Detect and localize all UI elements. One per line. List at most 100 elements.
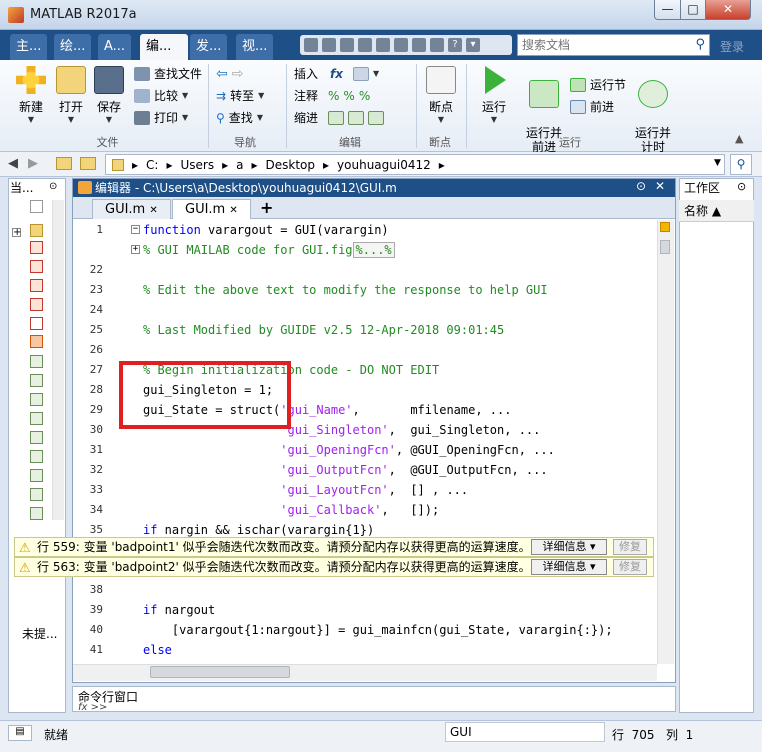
switch-window-icon[interactable] [430,38,444,52]
tab-gui-m[interactable]: GUI.m ✕ [92,199,171,219]
new-button[interactable]: 新建 ▼ [12,66,50,124]
save-button[interactable]: 保存 ▼ [92,66,126,124]
tab-apps[interactable]: A... [98,34,132,60]
breakpoints-button[interactable]: 断点 ▼ [422,66,460,124]
fold-marker[interactable]: %...% [352,242,395,258]
forward-arrow-icon[interactable]: ⇨ [232,63,244,85]
details-button[interactable]: 详细信息 ▾ [531,559,607,575]
excel-icon[interactable] [30,374,43,387]
code-line[interactable]: function varargout = GUI(varargin) [143,223,389,237]
path-search-icon[interactable]: ⚲ [730,154,752,175]
path-breadcrumb[interactable]: ▸ C: ▸ Users ▸ a ▸ Desktop ▸ youhuagui04… [105,154,725,175]
forward-icon[interactable]: ▶ [28,156,38,171]
indent-button[interactable]: 缩进 [294,107,385,129]
expand-icon[interactable]: + [12,228,21,238]
excel-icon[interactable] [30,469,43,482]
back-arrow-icon[interactable]: ⇦ [216,63,228,85]
function-browser-icon[interactable] [352,67,369,81]
tab-plots[interactable]: 绘... [54,34,92,60]
fix-button[interactable]: 修复 [613,539,647,555]
open-button[interactable]: 打开 ▼ [54,66,88,124]
search-input[interactable] [522,38,682,52]
code-line[interactable]: [varargout{1:nargout}] = gui_mainfcn(gui… [143,623,613,637]
excel-icon[interactable] [30,393,43,406]
code-line[interactable]: 'gui_LayoutFcn', [] , ... [143,483,468,497]
editor-options-icon[interactable]: ⊙ [636,179,646,193]
insert-button[interactable]: 插入 fx ▼ [294,63,384,85]
mfile-icon[interactable] [30,241,43,254]
tab-editor[interactable]: 编... [140,34,188,60]
mfile-icon[interactable] [30,298,43,311]
comment-button[interactable]: 注释%%% [294,85,384,107]
file-icon[interactable] [30,200,43,213]
fig-icon[interactable] [30,317,43,330]
tab-home[interactable]: 主... [10,34,48,60]
dropdown-icon[interactable]: ▾ [466,38,480,52]
tab-view[interactable]: 视... [236,34,274,60]
browse-folder-icon[interactable] [80,157,96,170]
command-window[interactable] [72,686,676,712]
excel-icon[interactable] [30,450,43,463]
excel-icon[interactable] [30,431,43,444]
new-icon[interactable] [304,38,318,52]
excel-icon[interactable] [30,412,43,425]
help-icon[interactable]: ? [448,38,462,52]
warning-indicator-icon[interactable] [660,222,670,232]
uncomment-icon[interactable]: % [359,85,370,107]
percent-icon[interactable]: % [328,85,339,107]
mfile-icon[interactable] [30,279,43,292]
breadcrumb-item[interactable]: C: [146,158,158,172]
folder-icon[interactable] [30,224,43,237]
cut-icon[interactable] [340,38,354,52]
undo-icon[interactable] [394,38,408,52]
excel-icon[interactable] [30,507,43,520]
find-button[interactable]: ⚲ 查找 ▼ [216,107,264,129]
code-line[interactable]: if nargout [143,603,215,617]
print-button[interactable]: 打印 ▼ [134,107,202,129]
scroll-thumb[interactable] [660,240,670,254]
left-scrollbar[interactable] [52,200,64,520]
add-tab-button[interactable]: + [260,198,273,217]
status-toggle-icon[interactable]: ▤ [8,725,32,741]
code-line[interactable]: else [143,643,172,657]
decrease-indent-icon[interactable] [368,111,385,125]
back-icon[interactable]: ◀ [8,156,18,171]
increase-indent-icon[interactable] [348,111,365,125]
save-icon[interactable] [322,38,336,52]
path-dropdown-icon[interactable]: ▼ [714,158,721,168]
png-icon[interactable] [30,335,43,348]
up-folder-icon[interactable] [56,157,72,170]
code-line[interactable]: % Last Modified by GUIDE v2.5 12-Apr-201… [143,323,504,337]
editor-close-icon[interactable]: ✕ [655,179,665,193]
copy-icon[interactable] [358,38,372,52]
workspace-name-column[interactable]: 名称 ▲ [679,200,754,222]
tab-gui-m-active[interactable]: GUI.m ✕ [172,199,251,219]
find-files-button[interactable]: 查找文件 [134,63,202,85]
close-button[interactable]: ✕ [705,0,751,20]
run-section-button[interactable]: 运行节 [570,74,626,96]
code-line[interactable]: % Edit the above text to modify the resp… [143,283,548,297]
close-icon[interactable]: ✕ [149,205,157,216]
percent-double-icon[interactable]: % [343,85,354,107]
login-link[interactable]: 登录 [720,38,744,55]
workspace-options-icon[interactable]: ⊙ [737,180,746,193]
code-area[interactable]: 1 function varargout = GUI(varargin) − +… [73,220,657,664]
tab-publish[interactable]: 发... [190,34,228,60]
paste-icon[interactable] [376,38,390,52]
smart-indent-icon[interactable] [328,111,345,125]
advance-button[interactable]: 前进 [570,96,626,118]
horizontal-scroll-thumb[interactable] [150,666,290,678]
details-button[interactable]: 详细信息 ▾ [531,539,607,555]
breadcrumb-item[interactable]: Desktop [266,158,316,172]
run-button[interactable]: 运行 ▼ [474,66,514,124]
excel-icon[interactable] [30,488,43,501]
code-line[interactable]: 'gui_OutputFcn', @GUI_OutputFcn, ... [143,463,547,477]
mfile-icon[interactable] [30,260,43,273]
maximize-button[interactable]: □ [680,0,706,20]
code-line[interactable]: 'gui_OpeningFcn', @GUI_OpeningFcn, ... [143,443,555,457]
fix-button[interactable]: 修复 [613,559,647,575]
breadcrumb-item[interactable]: a [236,158,243,172]
compare-button[interactable]: 比较 ▼ [134,85,202,107]
excel-icon[interactable] [30,355,43,368]
close-icon[interactable]: ✕ [229,205,237,216]
